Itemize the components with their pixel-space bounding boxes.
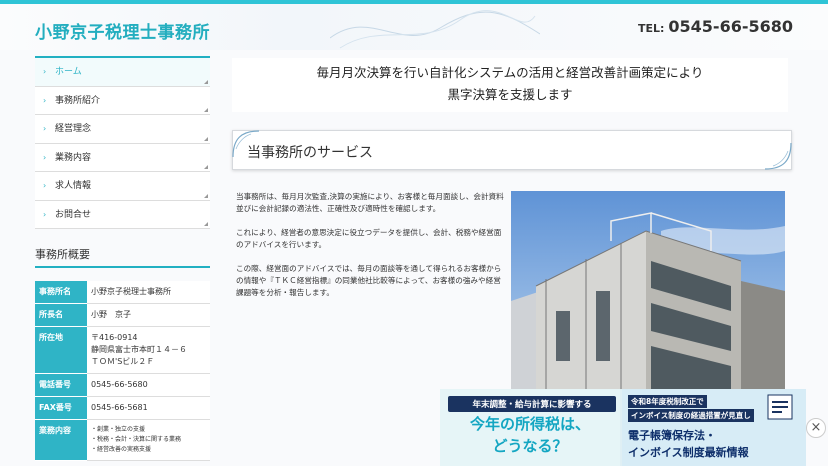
menu-item-label: ホーム: [55, 67, 82, 77]
overview-heading: 事務所概要: [35, 248, 90, 261]
promo-banner[interactable]: 年末調整・給与計算に影響する 今年の所得税は、 どうなる？ 令和8年度税制改正で…: [440, 389, 806, 466]
paragraph: これにより、経営者の意思決定に役立つデータを提供し、会計、税務や経営面のアドバイ…: [236, 228, 502, 249]
overview-divider: [35, 266, 210, 268]
list-item: ・創業・独立の支援: [91, 426, 146, 433]
list-item: ・経営改善の実務支援: [91, 446, 152, 453]
menu-item-home[interactable]: › ホーム: [35, 58, 210, 87]
menu-item-philosophy[interactable]: › 経営理念: [35, 115, 210, 144]
menu-item-label: 経営理念: [55, 124, 92, 134]
tel-number[interactable]: 0545-66-5680: [668, 17, 793, 36]
ad-headline: どうなる？: [492, 437, 568, 455]
sidebar-menu: › ホーム › 事務所紹介 › 経営理念 › 業務内容 › 求人情報 › お問合せ: [35, 56, 210, 229]
row-value: ・創業・独立の支援・税務・会計・決算に関する業務 ・経営改善の実務支援: [87, 419, 210, 461]
row-value: 0545-66-5680: [87, 373, 210, 397]
row-value: 〒416-0914 静岡県富士市本町１４－６ ＴＯＭ'Sビル２Ｆ: [87, 326, 210, 374]
services-title: 当事務所のサービス: [247, 145, 373, 161]
headline-line: 毎月月次決算を行い自計化システムの活用と経営改善計画策定により: [316, 65, 704, 80]
table-row: 業務内容 ・創業・独立の支援・税務・会計・決算に関する業務 ・経営改善の実務支援: [35, 419, 210, 461]
menu-item-label: 業務内容: [55, 152, 92, 163]
menu-item-label: 事務所紹介: [55, 95, 101, 106]
table-row: 所在地 〒416-0914 静岡県富士市本町１４－６ ＴＯＭ'Sビル２Ｆ: [35, 326, 210, 374]
services-heading-box: 当事務所のサービス: [232, 130, 792, 170]
corner-icon: [204, 136, 208, 141]
chevron-right-icon: ›: [43, 181, 47, 190]
row-value: 小野京子税理士事務所: [87, 281, 210, 304]
document-icon: [767, 394, 793, 420]
header: 小野京子税理士事務所 TEL: 0545-66-5680: [0, 4, 828, 50]
ornament-icon: [764, 142, 792, 170]
table-row: FAX番号 0545-66-5681: [35, 396, 210, 420]
table-row: 電話番号 0545-66-5680: [35, 373, 210, 397]
tel-label: TEL:: [637, 22, 665, 35]
ad-tagline: 年末調整・給与計算に影響する: [448, 396, 616, 412]
services-description: 当事務所は、毎月月次監査,決算の実施により、お客様と毎月面談し、会計資料並びに会…: [236, 191, 504, 311]
chevron-right-icon: ›: [43, 124, 47, 133]
close-banner-button[interactable]: ×: [806, 418, 826, 438]
corner-icon: [204, 165, 208, 169]
address-line: ＴＯＭ'Sビル２Ｆ: [91, 357, 155, 366]
row-key: 事務所名: [35, 281, 87, 304]
row-key: 電話番号: [35, 373, 87, 397]
headline-line: 黒字決算を支援します: [447, 87, 573, 102]
site-title[interactable]: 小野京子税理士事務所: [35, 18, 210, 43]
postal-code: 〒416-0914: [91, 333, 138, 342]
ad-headline: 今年の所得税は、: [469, 415, 590, 433]
menu-item-services[interactable]: › 業務内容: [35, 143, 210, 172]
row-key: FAX番号: [35, 396, 87, 420]
table-row: 事務所名 小野京子税理士事務所: [35, 281, 210, 304]
corner-icon: [204, 108, 208, 112]
paragraph: 当事務所は、毎月月次監査,決算の実施により、お客様と毎月面談し、会計資料並びに会…: [236, 192, 504, 213]
corner-icon: [204, 222, 208, 226]
corner-icon: [204, 79, 208, 84]
address-line: 静岡県富士市本町１４－６: [91, 345, 187, 354]
ad-headline: 電子帳簿保存法・: [628, 429, 716, 442]
ad-tag: 令和8年度税制改正で: [628, 395, 707, 408]
chevron-right-icon: ›: [43, 209, 47, 219]
row-key: 所在地: [35, 326, 87, 374]
menu-item-label: 求人情報: [55, 181, 92, 191]
headline-banner: 毎月月次決算を行い自計化システムの活用と経営改善計画策定により 黒字決算を支援し…: [232, 58, 788, 112]
menu-item-recruit[interactable]: › 求人情報: [35, 172, 210, 201]
row-key: 業務内容: [35, 419, 87, 461]
chevron-right-icon: ›: [43, 67, 47, 76]
menu-item-label: お問合せ: [55, 209, 92, 220]
list-item: ・税務・会計・決算に関する業務: [91, 436, 182, 443]
office-overview-table: 事務所名 小野京子税理士事務所 所長名 小野 京子 所在地 〒416-0914 静岡県富…: [35, 281, 210, 461]
header-ornament: [330, 10, 540, 49]
invoice-system-ad[interactable]: 令和8年度税制改正で インボイス制度の経過措置が見直し 電子帳簿保存法・ インボ…: [622, 389, 806, 466]
header-phone: TEL: 0545-66-5680: [638, 17, 793, 36]
ad-headline: インボイス制度最新情報: [628, 446, 749, 459]
menu-item-contact[interactable]: › お問合せ: [35, 200, 210, 229]
chevron-right-icon: ›: [43, 152, 47, 162]
ad-tag: インボイス制度の経過措置が見直し: [628, 409, 754, 422]
row-value: 0545-66-5681: [87, 396, 210, 420]
menu-item-about[interactable]: › 事務所紹介: [35, 86, 210, 115]
row-key: 所長名: [35, 303, 87, 327]
corner-icon: [204, 193, 208, 198]
table-row: 所長名 小野 京子: [35, 303, 210, 327]
office-building-photo: [511, 191, 785, 391]
row-value: 小野 京子: [87, 303, 210, 327]
income-tax-ad[interactable]: 年末調整・給与計算に影響する 今年の所得税は、 どうなる？: [440, 389, 620, 466]
chevron-right-icon: ›: [43, 95, 47, 105]
paragraph: この際、経営面のアドバイスでは、毎月の面談等を通して得られるお客様からの情報や『…: [236, 264, 502, 297]
